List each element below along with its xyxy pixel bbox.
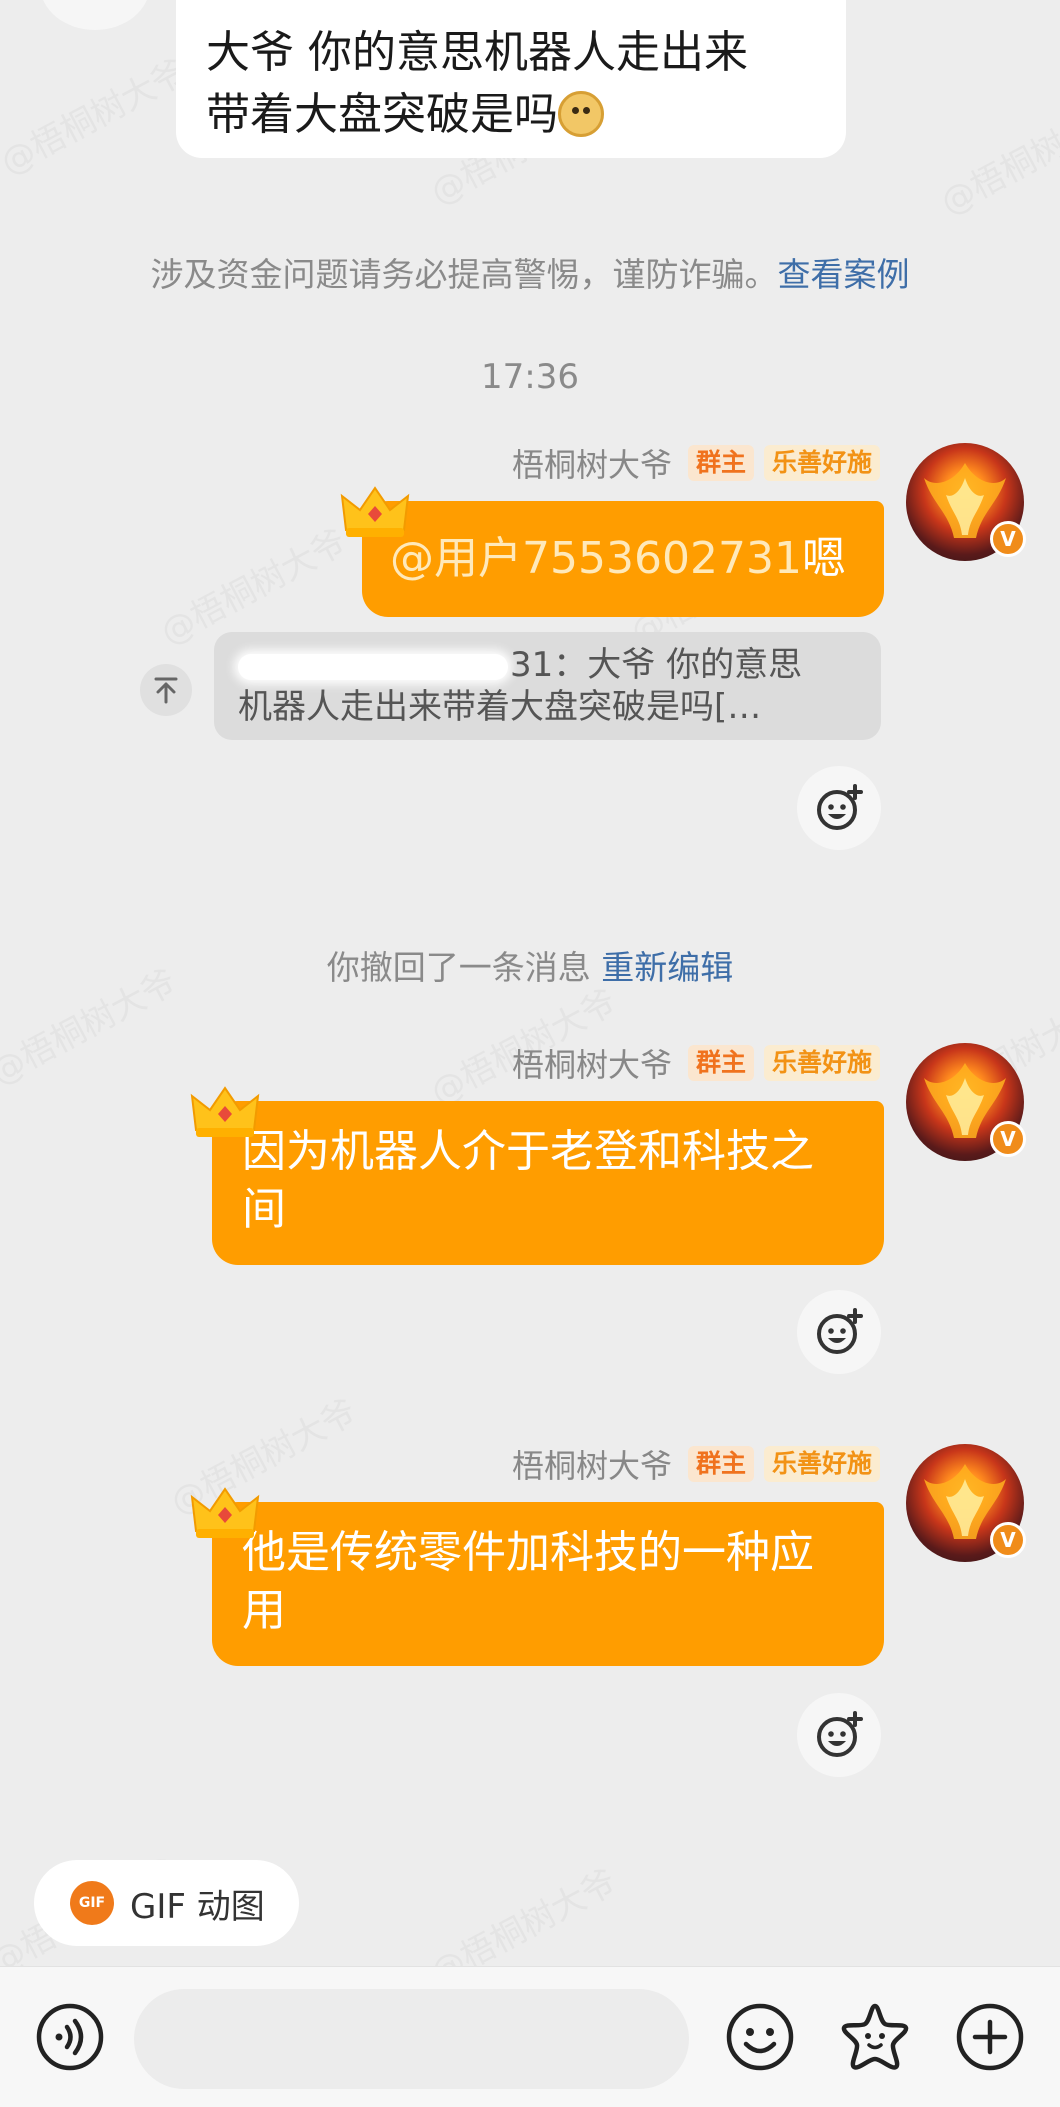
owner-badge: 群主 bbox=[687, 1045, 754, 1081]
add-reaction-button[interactable] bbox=[797, 1693, 881, 1777]
mention-text[interactable]: @用户7553602731 bbox=[390, 533, 802, 584]
title-badge: 乐善好施 bbox=[763, 1446, 880, 1482]
message-bubble-sent[interactable]: 因为机器人介于老登和科技之 间 bbox=[212, 1101, 884, 1265]
re-edit-link[interactable]: 重新编辑 bbox=[601, 948, 733, 987]
input-bar bbox=[0, 1966, 1060, 2107]
message-text: 因为机器人介于老登和科技之 bbox=[242, 1126, 814, 1177]
add-reaction-icon bbox=[817, 784, 863, 830]
message-text: 大爷 你的意思机器人走出来 bbox=[206, 27, 748, 78]
gif-button-label: GIF 动图 bbox=[130, 1886, 265, 1927]
sender-name[interactable]: 梧桐树大爷 bbox=[512, 1040, 672, 1086]
emoji-button[interactable] bbox=[720, 1997, 800, 2077]
watermark: @梧桐树大爷 bbox=[934, 92, 1060, 224]
sender-name[interactable]: 梧桐树大爷 bbox=[512, 440, 672, 486]
add-reaction-button[interactable] bbox=[797, 1290, 881, 1374]
message-text: 他是传统零件加科技的一种应 bbox=[242, 1527, 814, 1578]
message-bubble-sent[interactable]: @用户7553602731嗯 bbox=[362, 501, 884, 617]
plus-icon bbox=[956, 2003, 1024, 2071]
security-notice: 涉及资金问题请务必提高警惕，谨防诈骗。查看案例 bbox=[0, 248, 1060, 296]
security-notice-text: 涉及资金问题请务必提高警惕，谨防诈骗。 bbox=[150, 255, 778, 294]
recall-notice: 你撤回了一条消息 重新编辑 bbox=[0, 941, 1060, 989]
message-text: 用 bbox=[242, 1585, 286, 1636]
recall-notice-text: 你撤回了一条消息 bbox=[326, 948, 591, 987]
voice-button[interactable] bbox=[30, 1997, 110, 2077]
sender-avatar[interactable]: V bbox=[906, 1043, 1026, 1161]
pin-to-top-icon[interactable] bbox=[140, 664, 192, 716]
star-sticker-icon bbox=[841, 2003, 909, 2070]
timestamp: 17:36 bbox=[481, 357, 579, 397]
sticker-button[interactable] bbox=[835, 1997, 915, 2077]
watermark: @梧桐树大爷 bbox=[0, 52, 194, 184]
sender-info: 梧桐树大爷 群主 乐善好施 bbox=[512, 1040, 880, 1086]
sender-info: 梧桐树大爷 群主 乐善好施 bbox=[512, 1441, 880, 1487]
crown-icon bbox=[190, 1487, 260, 1538]
title-badge: 乐善好施 bbox=[763, 1045, 880, 1081]
sender-info: 梧桐树大爷 群主 乐善好施 bbox=[512, 440, 880, 486]
message-bubble-received[interactable]: 大爷 你的意思机器人走出来 带着大盘突破是吗 bbox=[176, 0, 846, 158]
crown-icon bbox=[190, 1086, 260, 1137]
message-bubble-sent[interactable]: 他是传统零件加科技的一种应 用 bbox=[212, 1502, 884, 1666]
quote-text: 31：大爷 你的意思 bbox=[510, 645, 803, 685]
gif-logo-icon: GIF bbox=[70, 1881, 114, 1925]
message-input[interactable] bbox=[134, 1989, 689, 2089]
view-cases-link[interactable]: 查看案例 bbox=[778, 255, 910, 294]
sender-avatar[interactable]: V bbox=[906, 1444, 1026, 1562]
message-text: 嗯 bbox=[801, 533, 846, 584]
smile-icon bbox=[726, 2003, 794, 2071]
sender-avatar[interactable]: V bbox=[906, 443, 1026, 561]
voice-icon bbox=[36, 2003, 104, 2071]
add-reaction-icon bbox=[817, 1308, 863, 1354]
quote-text: 机器人走出来带着大盘突破是吗[… bbox=[238, 687, 762, 727]
message-text: 带着大盘突破是吗 bbox=[206, 89, 558, 140]
gif-button[interactable]: GIF GIF 动图 bbox=[34, 1860, 299, 1946]
add-reaction-icon bbox=[817, 1711, 863, 1757]
title-badge: 乐善好施 bbox=[763, 445, 880, 481]
dog-face-emoji-icon bbox=[558, 91, 604, 137]
quoted-message[interactable]: 31：大爷 你的意思 机器人走出来带着大盘突破是吗[… bbox=[214, 632, 881, 740]
more-button[interactable] bbox=[950, 1997, 1030, 2077]
sender-name[interactable]: 梧桐树大爷 bbox=[512, 1441, 672, 1487]
avatar[interactable] bbox=[40, 0, 150, 30]
owner-badge: 群主 bbox=[687, 1446, 754, 1482]
add-reaction-button[interactable] bbox=[797, 766, 881, 850]
owner-badge: 群主 bbox=[687, 445, 754, 481]
verified-icon: V bbox=[990, 521, 1026, 557]
verified-icon: V bbox=[990, 1522, 1026, 1558]
verified-icon: V bbox=[990, 1121, 1026, 1157]
crown-icon bbox=[340, 486, 410, 537]
message-text: 间 bbox=[242, 1184, 286, 1235]
redacted-name bbox=[238, 653, 508, 680]
